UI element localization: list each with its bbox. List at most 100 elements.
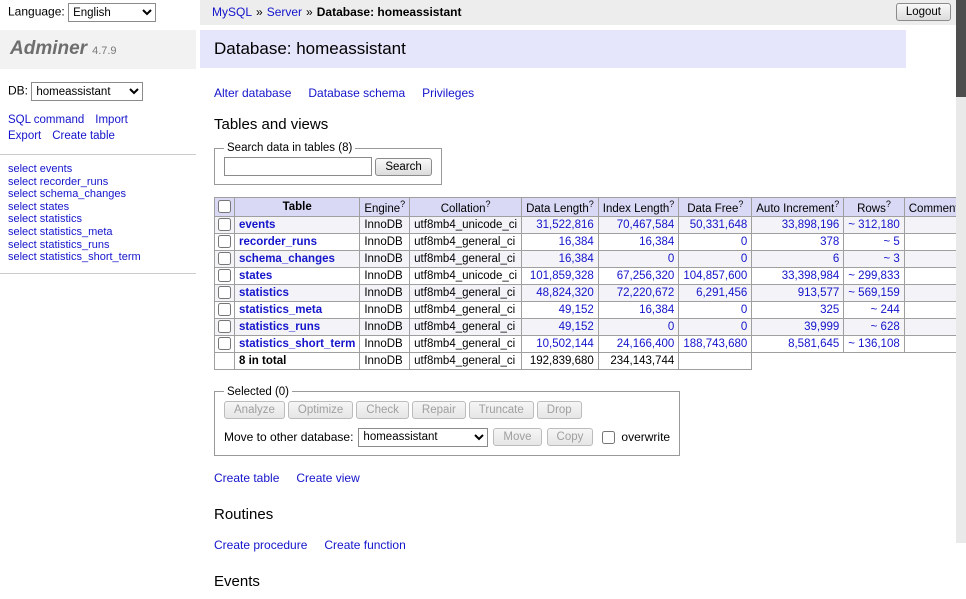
column-help[interactable]: ? — [738, 199, 743, 209]
table-name-link[interactable]: statistics_meta — [239, 304, 322, 316]
data-free-link[interactable]: 0 — [741, 321, 747, 333]
data-length-link[interactable]: 16,384 — [559, 236, 594, 248]
sidebar-table-link[interactable]: select statistics_meta — [8, 226, 188, 239]
table-name-link[interactable]: statistics_runs — [239, 321, 320, 333]
table-name-link[interactable]: recorder_runs — [239, 236, 317, 248]
row-select-checkbox[interactable] — [218, 286, 231, 299]
row-select-checkbox[interactable] — [218, 320, 231, 333]
sidebar-menu-link[interactable]: Import — [95, 114, 128, 126]
auto-increment-link[interactable]: 39,999 — [804, 321, 839, 333]
breadcrumb-server-link[interactable]: Server — [267, 5, 302, 19]
scrollbar-thumb[interactable] — [956, 0, 966, 97]
row-select-checkbox[interactable] — [218, 269, 231, 282]
index-length-link[interactable]: 24,166,400 — [617, 338, 675, 350]
data-free-link[interactable]: 0 — [741, 304, 747, 316]
auto-increment-link[interactable]: 8,581,645 — [788, 338, 839, 350]
sidebar-table-link[interactable]: select schema_changes — [8, 188, 188, 201]
column-help[interactable]: ? — [485, 199, 490, 209]
sidebar-table-link[interactable]: select statistics_runs — [8, 239, 188, 252]
column-help[interactable]: ? — [669, 199, 674, 209]
rows-link[interactable]: ~ 569,159 — [848, 287, 899, 299]
auto-increment-link[interactable]: 33,898,196 — [782, 219, 840, 231]
create-link[interactable]: Create view — [296, 471, 359, 485]
breadcrumb-mysql-link[interactable]: MySQL — [212, 5, 252, 19]
auto-increment-link[interactable]: 33,398,984 — [782, 270, 840, 282]
data-free-link[interactable]: 0 — [741, 236, 747, 248]
check-button[interactable]: Check — [356, 401, 409, 419]
row-select-checkbox[interactable] — [218, 252, 231, 265]
data-length-link[interactable]: 49,152 — [559, 321, 594, 333]
data-length-link[interactable]: 48,824,320 — [536, 287, 594, 299]
data-free-link[interactable]: 0 — [741, 253, 747, 265]
sidebar-table-link[interactable]: select states — [8, 201, 188, 214]
index-length-link[interactable]: 0 — [668, 253, 674, 265]
table-name-link[interactable]: statistics — [239, 287, 289, 299]
sidebar-menu-link[interactable]: SQL command — [8, 114, 84, 126]
data-length-link[interactable]: 16,384 — [559, 253, 594, 265]
db-action-link[interactable]: Alter database — [214, 86, 291, 100]
table-name-link[interactable]: events — [239, 219, 275, 231]
table-name-link[interactable]: states — [239, 270, 272, 282]
db-select[interactable]: homeassistant — [31, 82, 143, 101]
data-length-link[interactable]: 10,502,144 — [536, 338, 594, 350]
index-length-link[interactable]: 16,384 — [639, 236, 674, 248]
analyze-button[interactable]: Analyze — [224, 401, 285, 419]
auto-increment-link[interactable]: 378 — [820, 236, 839, 248]
column-header-auto-increment[interactable]: Auto Increment? — [752, 198, 844, 217]
rows-link[interactable]: ~ 3 — [883, 253, 899, 265]
overwrite-checkbox[interactable] — [602, 431, 615, 444]
select-all-checkbox[interactable] — [218, 200, 231, 213]
db-action-link[interactable]: Database schema — [308, 86, 405, 100]
row-select-checkbox[interactable] — [218, 337, 231, 350]
search-button[interactable]: Search — [375, 158, 431, 176]
column-header-collation[interactable]: Collation? — [410, 198, 522, 217]
vertical-scrollbar[interactable] — [956, 0, 966, 543]
move-button[interactable]: Move — [493, 428, 541, 446]
column-header-engine[interactable]: Engine? — [360, 198, 410, 217]
table-name-link[interactable]: schema_changes — [239, 253, 335, 265]
table-name-link[interactable]: statistics_short_term — [239, 338, 355, 350]
copy-button[interactable]: Copy — [547, 428, 594, 446]
rows-link[interactable]: ~ 136,108 — [848, 338, 899, 350]
create-link[interactable]: Create table — [214, 471, 279, 485]
column-header-rows[interactable]: Rows? — [844, 198, 904, 217]
row-select-checkbox[interactable] — [218, 235, 231, 248]
auto-increment-link[interactable]: 6 — [833, 253, 839, 265]
optimize-button[interactable]: Optimize — [288, 401, 353, 419]
row-select-checkbox[interactable] — [218, 218, 231, 231]
data-free-link[interactable]: 6,291,456 — [696, 287, 747, 299]
logout-button[interactable]: Logout — [896, 3, 951, 21]
repair-button[interactable]: Repair — [412, 401, 466, 419]
column-help[interactable]: ? — [589, 199, 594, 209]
sidebar-table-link[interactable]: select events — [8, 163, 188, 176]
routine-link[interactable]: Create function — [324, 538, 405, 552]
rows-link[interactable]: ~ 244 — [871, 304, 900, 316]
column-header-data-length[interactable]: Data Length? — [522, 198, 599, 217]
column-help[interactable]: ? — [400, 199, 405, 209]
rows-link[interactable]: ~ 312,180 — [848, 219, 899, 231]
column-header-data-free[interactable]: Data Free? — [679, 198, 752, 217]
routine-link[interactable]: Create procedure — [214, 538, 307, 552]
data-free-link[interactable]: 50,331,648 — [690, 219, 748, 231]
auto-increment-link[interactable]: 913,577 — [798, 287, 840, 299]
move-db-select[interactable]: homeassistant — [358, 428, 488, 447]
db-action-link[interactable]: Privileges — [422, 86, 474, 100]
index-length-link[interactable]: 0 — [668, 321, 674, 333]
sidebar-menu-link[interactable]: Export — [8, 130, 41, 142]
data-length-link[interactable]: 49,152 — [559, 304, 594, 316]
data-free-link[interactable]: 104,857,600 — [683, 270, 747, 282]
index-length-link[interactable]: 16,384 — [639, 304, 674, 316]
data-length-link[interactable]: 101,859,328 — [530, 270, 594, 282]
search-input[interactable] — [224, 157, 372, 176]
rows-link[interactable]: ~ 5 — [883, 236, 899, 248]
auto-increment-link[interactable]: 325 — [820, 304, 839, 316]
row-select-checkbox[interactable] — [218, 303, 231, 316]
data-free-link[interactable]: 188,743,680 — [683, 338, 747, 350]
sidebar-table-link[interactable]: select statistics — [8, 213, 188, 226]
truncate-button[interactable]: Truncate — [469, 401, 534, 419]
column-help[interactable]: ? — [886, 199, 891, 209]
sidebar-menu-link[interactable]: Create table — [52, 130, 115, 142]
drop-button[interactable]: Drop — [537, 401, 582, 419]
sidebar-table-link[interactable]: select recorder_runs — [8, 176, 188, 189]
data-length-link[interactable]: 31,522,816 — [536, 219, 594, 231]
